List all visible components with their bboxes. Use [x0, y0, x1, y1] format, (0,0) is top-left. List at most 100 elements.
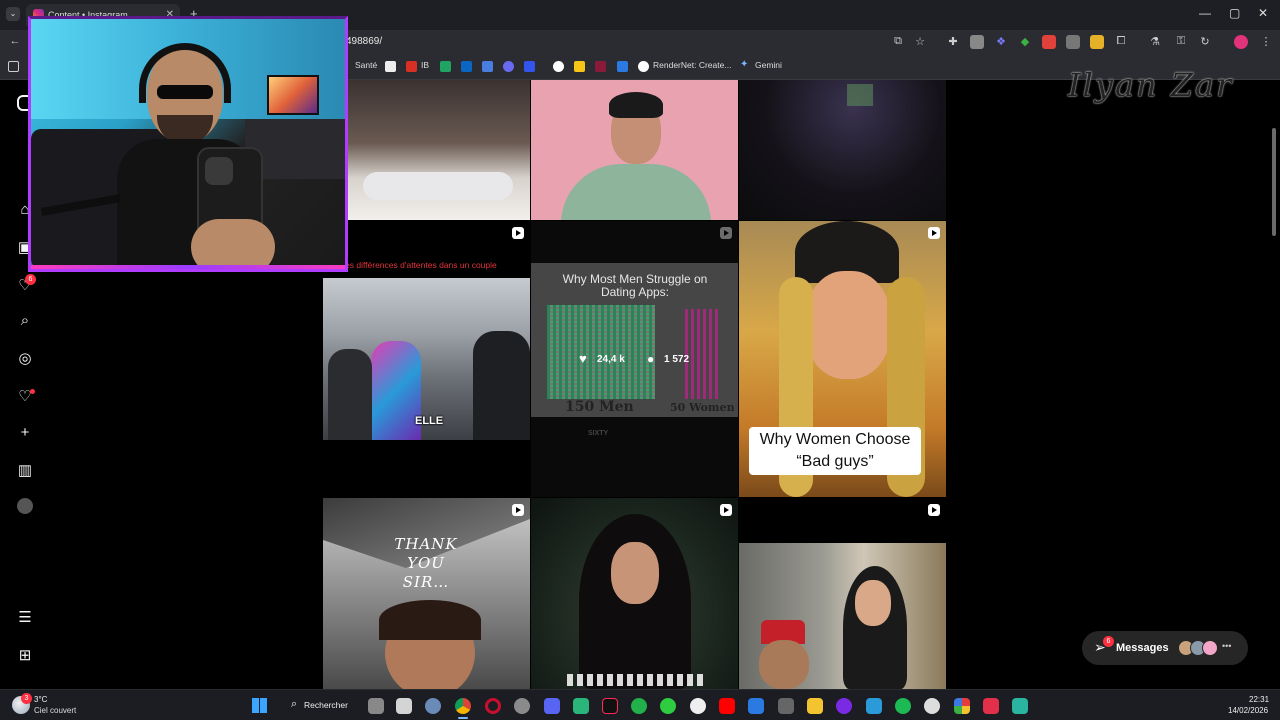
minimize-button[interactable]: —: [1199, 6, 1211, 20]
app-icon-10[interactable]: [924, 698, 940, 714]
bookmark-gemini[interactable]: Gemini: [755, 60, 782, 70]
profile-avatar[interactable]: [17, 498, 33, 514]
clock-time[interactable]: 22:31: [1249, 695, 1269, 704]
youtube-icon[interactable]: [719, 698, 735, 714]
weather-temp[interactable]: 3°C: [34, 695, 47, 704]
history-icon[interactable]: ↻: [1198, 35, 1212, 49]
post-man-pink-background[interactable]: [531, 80, 738, 220]
app-icon-1[interactable]: [396, 698, 412, 714]
person-interviewer: [473, 331, 530, 440]
back-icon[interactable]: ←: [8, 35, 22, 49]
extension-icon-4[interactable]: ◆: [1018, 35, 1032, 49]
bookmark-icon-7[interactable]: [595, 61, 606, 72]
bookmark-icon-5[interactable]: [553, 61, 564, 72]
extension-icon-2[interactable]: [970, 35, 984, 49]
bookmark-icon-1[interactable]: [385, 61, 396, 72]
app-icon-3[interactable]: [573, 698, 589, 714]
reel-play-icon-1: [512, 227, 524, 239]
app-icon-11[interactable]: [954, 698, 970, 714]
clock-date[interactable]: 14/02/2026: [1228, 706, 1268, 715]
insights-chart-icon[interactable]: ▥: [15, 461, 35, 481]
extension-icon-7[interactable]: [1090, 35, 1104, 49]
post-dark-room[interactable]: [739, 80, 946, 220]
more-menu-icon[interactable]: ☰: [15, 608, 35, 628]
app-icon-5[interactable]: [660, 698, 676, 714]
bookmark-star-icon[interactable]: ☆: [913, 35, 927, 49]
spotify-icon[interactable]: [895, 698, 911, 714]
bookmark-icon-8[interactable]: [617, 61, 628, 72]
woman-face-3: [855, 580, 891, 626]
creator-watermark: Ilyan Zar: [1068, 66, 1234, 104]
browser-menu-icon[interactable]: ⋮: [1259, 35, 1273, 49]
extension-icon-6[interactable]: [1066, 35, 1080, 49]
phone-camera: [205, 157, 233, 185]
post-woman-dark-hair[interactable]: [531, 498, 738, 689]
windows-start-icon[interactable]: [252, 698, 267, 713]
key-icon[interactable]: ⚿: [1174, 35, 1188, 49]
url-field[interactable]: 498869/: [330, 33, 930, 51]
drive-icon[interactable]: [440, 61, 451, 72]
windows-taskbar: 3 3°C Ciel couvert ⌕ Rechercher 22:31 14…: [0, 689, 1280, 720]
bookmark-rendernet[interactable]: RenderNet: Create...: [653, 60, 731, 70]
extension-icon-3[interactable]: ❖: [994, 35, 1008, 49]
maximize-button[interactable]: ▢: [1229, 6, 1240, 20]
extension-icon-1[interactable]: ✚: [946, 35, 960, 49]
task-view-icon[interactable]: [368, 698, 384, 714]
post-street-interview[interactable]: es différences d'attentes dans un couple…: [323, 221, 530, 497]
search-icon[interactable]: ⌕: [15, 312, 35, 332]
app-icon-7[interactable]: [748, 698, 764, 714]
taskbar-search-label[interactable]: Rechercher: [304, 700, 348, 710]
bookmark-icon-6[interactable]: [574, 61, 585, 72]
weather-badge: 3: [21, 693, 32, 704]
messages-button[interactable]: ➢ 6 Messages •••: [1082, 631, 1248, 665]
menu-extra-icon-1[interactable]: ⚗: [1148, 35, 1162, 49]
file-explorer-icon[interactable]: [807, 698, 823, 714]
app-icon-2[interactable]: [514, 698, 530, 714]
app-icon-9[interactable]: [866, 698, 882, 714]
bookmark-sante[interactable]: Santé: [355, 60, 377, 70]
app-icon-8[interactable]: [836, 698, 852, 714]
calculator-icon[interactable]: [778, 698, 794, 714]
bookmark-ib[interactable]: IB: [421, 60, 429, 70]
post-hands-video[interactable]: [323, 80, 530, 220]
bookmark-icon-2[interactable]: [482, 61, 493, 72]
settings-gear-icon[interactable]: [425, 698, 441, 714]
app-icon-12[interactable]: [983, 698, 999, 714]
also-from-meta-icon[interactable]: ⊞: [15, 646, 35, 666]
taskbar-search-icon[interactable]: ⌕: [291, 698, 297, 711]
explore-compass-icon[interactable]: ◎: [15, 349, 35, 369]
opera-icon[interactable]: [485, 698, 501, 714]
app-icon-13[interactable]: [1012, 698, 1028, 714]
reel-play-icon-5: [720, 504, 732, 516]
app-icon-4[interactable]: [631, 698, 647, 714]
profile-avatar-icon[interactable]: [1234, 35, 1248, 49]
bottom-glow: [31, 265, 345, 269]
gemini-icon[interactable]: ✦: [740, 59, 751, 70]
post-bad-guys[interactable]: Why Women Choose “Bad guys”: [739, 221, 946, 497]
men-dots-grid: [547, 305, 655, 399]
post-thank-you-sir[interactable]: THANK YOU SIR…: [323, 498, 530, 689]
bookmark-icon-4[interactable]: [524, 61, 535, 72]
post-couple-fez[interactable]: [739, 498, 946, 689]
folder-icon[interactable]: [8, 61, 19, 72]
woman-hair: [379, 600, 481, 640]
tiktok-icon[interactable]: [602, 698, 618, 714]
bookmark-icon-3[interactable]: [503, 61, 514, 72]
extensions-puzzle-icon[interactable]: ⧠: [1114, 35, 1128, 49]
install-icon[interactable]: ⧉: [891, 35, 905, 49]
rendernet-icon[interactable]: [638, 61, 649, 72]
gmail-icon[interactable]: [406, 61, 417, 72]
weather-desc[interactable]: Ciel couvert: [34, 706, 76, 715]
extension-icon-5[interactable]: [1042, 35, 1056, 49]
close-window-button[interactable]: ✕: [1258, 6, 1268, 20]
linkedin-icon[interactable]: [461, 61, 472, 72]
page-scrollbar[interactable]: [1272, 128, 1276, 236]
post-dating-apps-stats[interactable]: Why Most Men Struggle on Dating Apps: 15…: [531, 221, 738, 497]
sunglasses: [157, 85, 213, 99]
create-plus-icon[interactable]: +: [15, 424, 35, 444]
app-icon-6[interactable]: [690, 698, 706, 714]
chrome-icon[interactable]: [455, 698, 471, 714]
tab-list-chevron-icon[interactable]: ⌄: [6, 7, 20, 21]
women-dots-grid: [685, 309, 721, 399]
discord-icon[interactable]: [544, 698, 560, 714]
